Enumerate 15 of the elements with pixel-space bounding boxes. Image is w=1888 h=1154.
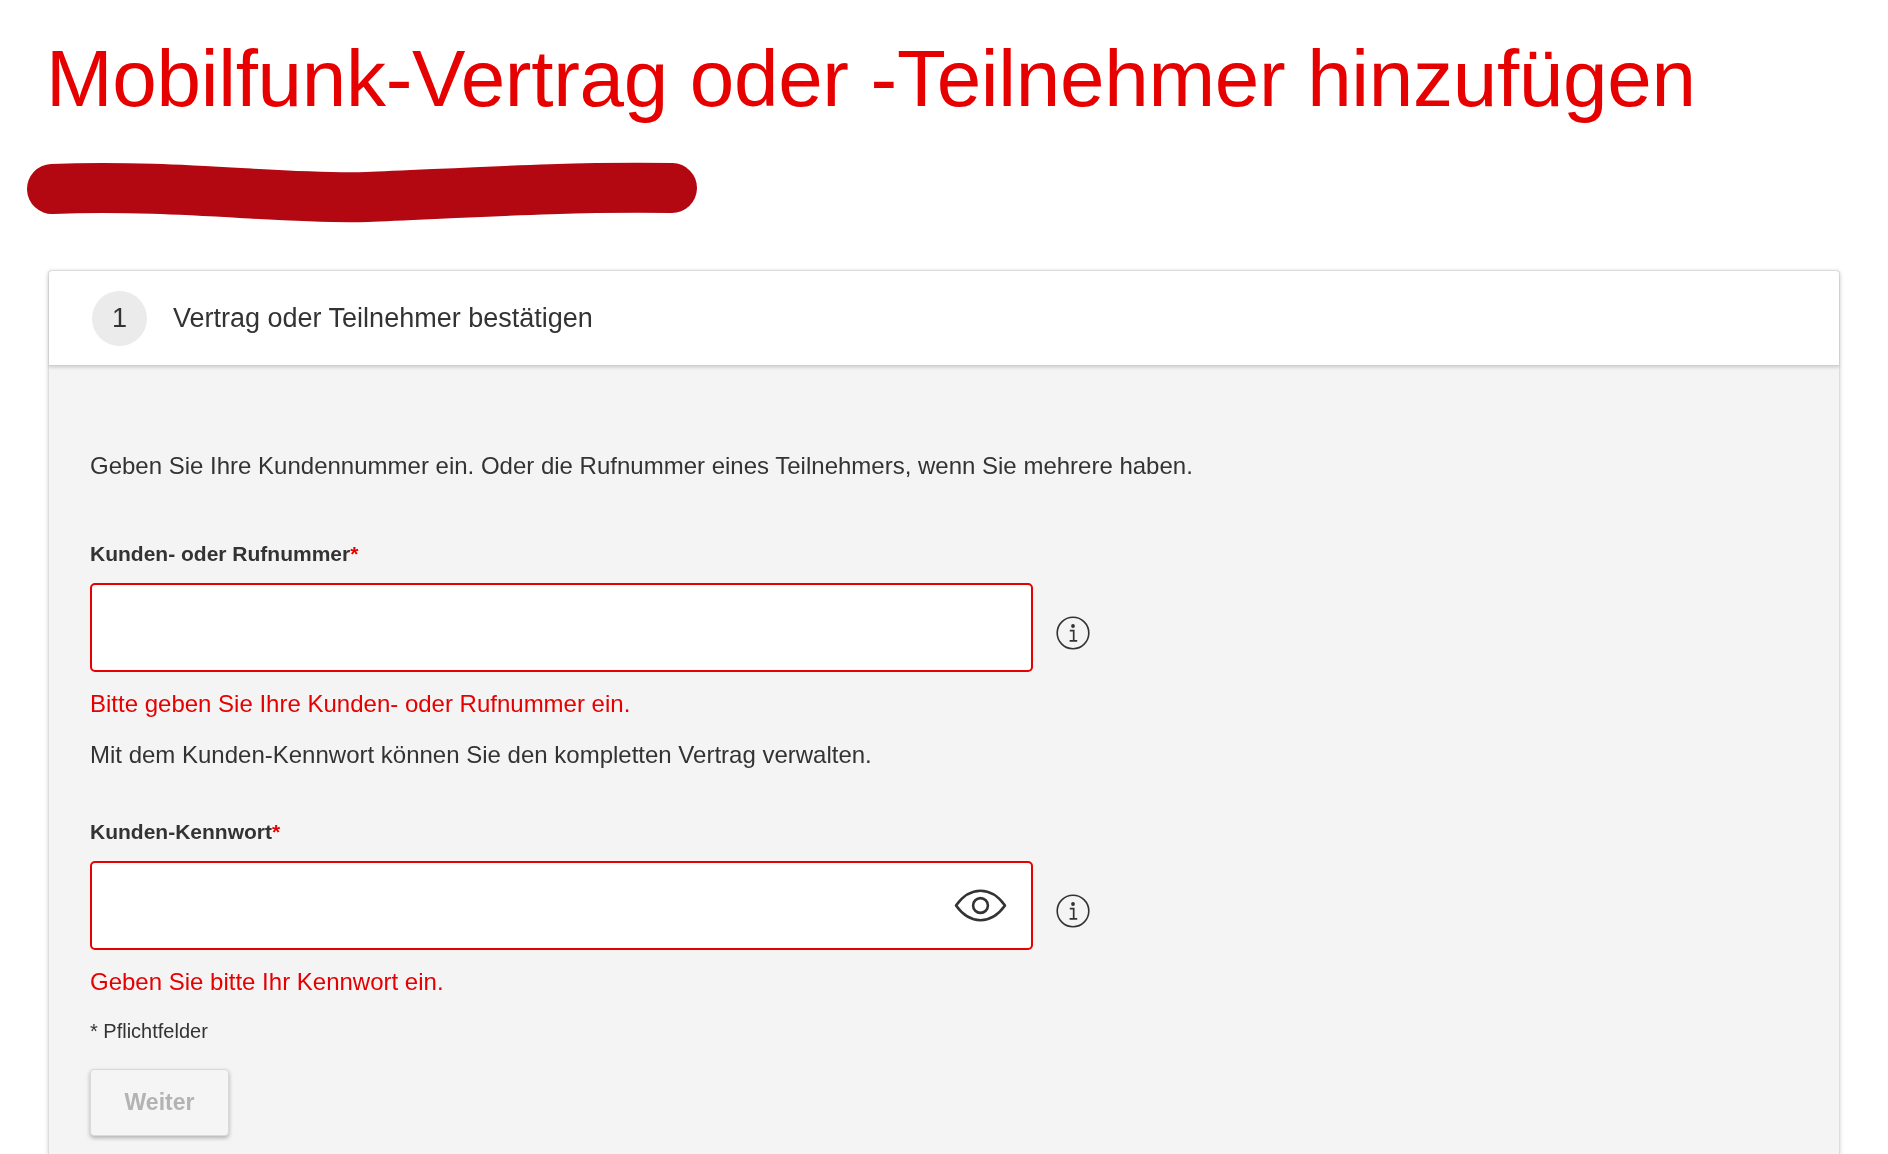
page-title: Mobilfunk-Vertrag oder -Teilnehmer hinzufügen [46,33,1696,125]
info-icon[interactable] [1056,893,1090,928]
field-description: Mit dem Kunden-Kennwort können Sie den kompletten Vertrag verwalten. [90,741,872,769]
error-message: Geben Sie bitte Ihr Kennwort ein. [90,968,444,996]
step-title: Vertrag oder Teilnehmer bestätigen [173,302,593,334]
info-icon[interactable] [1056,615,1090,650]
eye-icon[interactable] [954,889,1007,922]
required-note: * Pflichtfelder [90,1019,208,1043]
field-label: Kunden- oder Rufnummer* [90,541,359,566]
field-label: Kunden-Kennwort* [90,819,281,844]
text-field[interactable] [90,583,1033,672]
error-message: Bitte geben Sie Ihre Kunden- oder Rufnummer ein. [90,690,631,718]
field-description: Geben Sie Ihre Kundennummer ein. Oder die Rufnummer eines Teilnehmers, wenn Sie mehrere haben. [90,452,1193,480]
password-field[interactable] [90,861,1033,950]
step-number: 1 [92,290,147,346]
